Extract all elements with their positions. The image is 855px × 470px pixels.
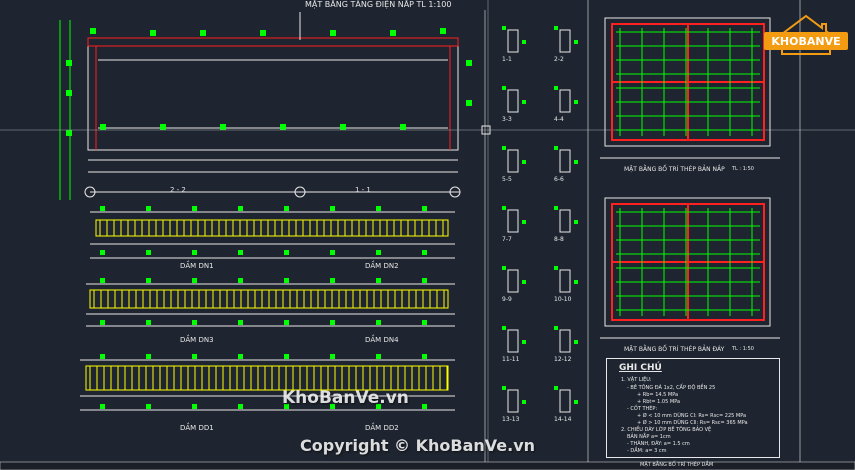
section-label: 2-2 bbox=[554, 56, 564, 63]
beam-dn1-dn2 bbox=[90, 211, 455, 259]
note-line: BẢN NẮP a= 1cm bbox=[627, 434, 671, 440]
note-line: - THÀNH, ĐÁY: a= 1.5 cm bbox=[627, 441, 690, 447]
section-label: 5-5 bbox=[502, 176, 512, 183]
note-line: - BÊ TÔNG ĐÁ 1x2, CẤP ĐỘ BỀN 25 bbox=[627, 385, 716, 391]
section-1-1-label: 1 - 1 bbox=[355, 186, 371, 194]
beam-dd1-label: DẦM DD1 bbox=[180, 424, 214, 432]
plan1-scale: TL : 1:50 bbox=[732, 166, 754, 172]
note-line: - DẦM: a= 3 cm bbox=[627, 448, 667, 454]
section-label: 11-11 bbox=[502, 356, 520, 363]
section-2-2-label: 2 - 2 bbox=[170, 186, 186, 194]
plan2-scale: TL : 1:50 bbox=[732, 346, 754, 352]
section-label: 10-10 bbox=[554, 296, 572, 303]
section-label: 4-4 bbox=[554, 116, 564, 123]
watermark-site: KhoBanVe.vn bbox=[282, 388, 409, 408]
plan2-title: MẶT BẰNG BỐ TRÍ THÉP BẢN ĐÁY bbox=[624, 346, 725, 353]
note-line: + Rb= 14.5 MPa bbox=[637, 392, 679, 398]
beam-dn3-dn4 bbox=[86, 283, 455, 327]
watermark-copyright: Copyright © KhoBanVe.vn bbox=[300, 436, 536, 455]
note-line: + Rbt= 1.05 MPa bbox=[637, 399, 681, 405]
section-label: 7-7 bbox=[502, 236, 512, 243]
note-line: + Ø > 10 mm DÙNG CII: Rs= Rsc= 365 MPa bbox=[637, 420, 748, 426]
plan1-title: MẶT BẰNG BỐ TRÍ THÉP BẢN NẮP bbox=[624, 166, 725, 173]
plan-ban-day bbox=[600, 197, 780, 339]
notes-title: GHI CHÚ bbox=[619, 363, 662, 373]
plan-ban-nap bbox=[600, 17, 780, 159]
note-line: 1. VẬT LIỆU: bbox=[621, 377, 652, 383]
section-label: 13-13 bbox=[502, 416, 520, 423]
section-label: 1-1 bbox=[502, 56, 512, 63]
beam-dn1-label: DẦM DN1 bbox=[180, 262, 214, 270]
note-line: 2. CHIỀU DÀY LỚP BÊ TÔNG BẢO VỆ bbox=[621, 427, 712, 433]
section-details bbox=[502, 26, 578, 413]
beam-dn3-label: DẦM DN3 bbox=[180, 336, 214, 344]
note-line: + Ø < 10 mm DÙNG CI: Rs= Rsc= 225 MPa bbox=[637, 413, 747, 419]
beam-dn4-label: DẦM DN4 bbox=[365, 336, 399, 344]
khobanve-logo: KHOBANVE bbox=[764, 14, 848, 55]
beam-dd2-label: DẦM DD2 bbox=[365, 424, 399, 432]
logo-text: KHOBANVE bbox=[771, 35, 840, 48]
section-label: 14-14 bbox=[554, 416, 572, 423]
section-label: 8-8 bbox=[554, 236, 564, 243]
top-elevation bbox=[59, 12, 460, 200]
section-label: 12-12 bbox=[554, 356, 572, 363]
notes-box: GHI CHÚ 1. VẬT LIỆU: - BÊ TÔNG ĐÁ 1x2, C… bbox=[606, 358, 780, 458]
bottom-title: MẶT BẰNG BỐ TRÍ THÉP DẦM bbox=[640, 462, 714, 468]
top-title: MẶT BẰNG TẦNG ĐIỆN NẮP TL 1:100 bbox=[305, 0, 452, 9]
note-line: - CỐT THÉP: bbox=[627, 406, 658, 412]
section-label: 3-3 bbox=[502, 116, 512, 123]
section-label: 6-6 bbox=[554, 176, 564, 183]
section-label: 9-9 bbox=[502, 296, 512, 303]
top-elevation-dims bbox=[66, 28, 472, 136]
beam-dn2-label: DẦM DN2 bbox=[365, 262, 399, 270]
